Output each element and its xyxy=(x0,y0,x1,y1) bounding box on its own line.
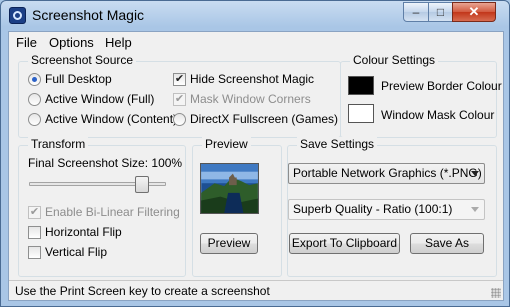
radio-active-window-full[interactable] xyxy=(28,93,41,106)
colour-settings-title: Colour Settings xyxy=(350,53,439,67)
check-bilinear-filtering[interactable]: ✔ xyxy=(28,206,41,219)
chevron-down-icon xyxy=(471,171,479,176)
check-vertical-flip-label[interactable]: Vertical Flip xyxy=(45,245,107,259)
window-mask-colour-swatch[interactable] xyxy=(348,104,374,123)
preview-title: Preview xyxy=(202,137,251,151)
app-window: Screenshot Magic – □ ✕ File Options Help… xyxy=(0,0,510,307)
save-settings-title: Save Settings xyxy=(297,137,378,151)
menu-options[interactable]: Options xyxy=(49,35,94,50)
radio-active-window-content-label[interactable]: Active Window (Content) xyxy=(45,112,177,126)
check-horizontal-flip[interactable] xyxy=(28,226,41,239)
format-select[interactable]: Portable Network Graphics (*.PNG) xyxy=(288,163,485,184)
size-slider-thumb[interactable] xyxy=(135,176,149,193)
check-mask-window-corners-label: Mask Window Corners xyxy=(190,92,311,106)
client-area: File Options Help Screenshot Source Full… xyxy=(8,31,504,301)
resize-grip-icon[interactable] xyxy=(491,288,501,298)
screenshot-source-title: Screenshot Source xyxy=(28,53,137,67)
radio-directx-fullscreen-label[interactable]: DirectX Fullscreen (Games) xyxy=(190,112,338,126)
colour-settings-group: Colour Settings xyxy=(340,53,497,138)
radio-directx-fullscreen[interactable] xyxy=(173,113,186,126)
check-hide-screenshot-magic-label[interactable]: Hide Screenshot Magic xyxy=(190,72,314,86)
status-text: Use the Print Screen key to create a scr… xyxy=(15,284,270,298)
check-mask-window-corners[interactable]: ✔ xyxy=(173,93,186,106)
window-title: Screenshot Magic xyxy=(32,7,145,23)
check-horizontal-flip-label[interactable]: Horizontal Flip xyxy=(45,225,122,239)
format-select-value: Portable Network Graphics (*.PNG) xyxy=(293,166,482,180)
check-hide-screenshot-magic[interactable]: ✔ xyxy=(173,73,186,86)
transform-title: Transform xyxy=(28,137,89,151)
save-as-button[interactable]: Save As xyxy=(410,233,484,254)
close-button[interactable]: ✕ xyxy=(452,2,496,22)
export-to-clipboard-button[interactable]: Export To Clipboard xyxy=(289,233,400,254)
menu-bar: File Options Help xyxy=(9,32,503,52)
preview-thumbnail xyxy=(200,163,259,214)
radio-full-desktop-label[interactable]: Full Desktop xyxy=(45,72,112,86)
preview-button[interactable]: Preview xyxy=(200,233,258,254)
chevron-down-icon xyxy=(471,207,479,212)
radio-active-window-content[interactable] xyxy=(28,113,41,126)
radio-full-desktop[interactable] xyxy=(28,73,41,86)
title-bar[interactable]: Screenshot Magic – □ ✕ xyxy=(1,1,509,31)
status-bar: Use the Print Screen key to create a scr… xyxy=(9,280,503,300)
radio-active-window-full-label[interactable]: Active Window (Full) xyxy=(45,92,154,106)
quality-select[interactable]: Superb Quality - Ratio (100:1) xyxy=(288,199,485,220)
quality-select-value: Superb Quality - Ratio (100:1) xyxy=(293,202,453,216)
preview-border-colour-label[interactable]: Preview Border Colour xyxy=(381,79,502,93)
preview-border-colour-swatch[interactable] xyxy=(348,76,374,95)
maximize-button[interactable]: □ xyxy=(428,2,453,22)
check-vertical-flip[interactable] xyxy=(28,246,41,259)
screenshot-size-label: Final Screenshot Size: 100% xyxy=(28,156,183,170)
check-bilinear-filtering-label: Enable Bi-Linear Filtering xyxy=(45,205,180,219)
minimize-button[interactable]: – xyxy=(403,2,429,22)
app-icon[interactable] xyxy=(9,7,26,24)
menu-help[interactable]: Help xyxy=(105,35,132,50)
window-mask-colour-label[interactable]: Window Mask Colour xyxy=(381,108,494,122)
menu-file[interactable]: File xyxy=(16,35,37,50)
